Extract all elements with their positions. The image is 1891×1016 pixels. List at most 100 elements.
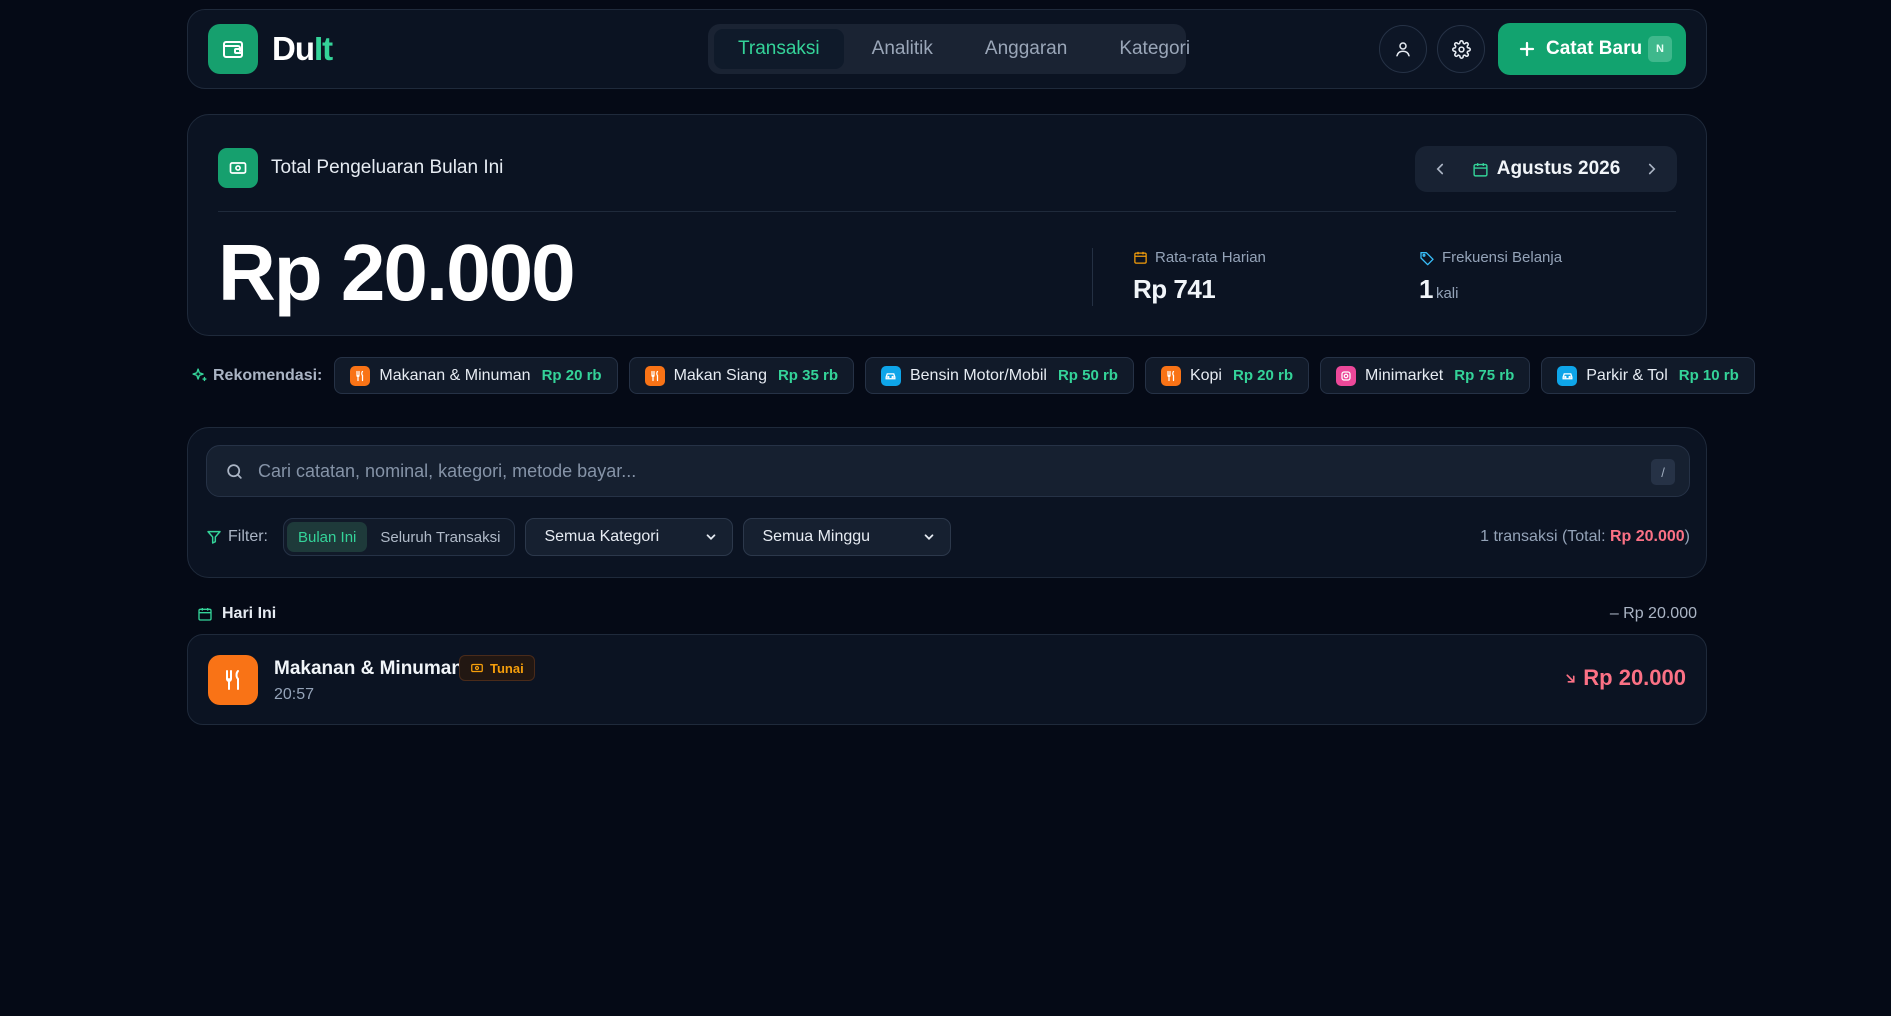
prev-month-button[interactable] (1431, 160, 1449, 178)
transaction-row[interactable]: Makanan & Minuman Tunai 20:57 Rp 20.000 (187, 634, 1707, 725)
summary-title: Total Pengeluaran Bulan Ini (271, 157, 504, 178)
period-all[interactable]: Seluruh Transaksi (369, 522, 511, 552)
plus-icon (1519, 41, 1535, 57)
month-selector: Agustus 2026 (1415, 146, 1677, 192)
tab-transaksi[interactable]: Transaksi (714, 29, 844, 69)
tab-anggaran[interactable]: Anggaran (961, 29, 1091, 69)
user-icon (1396, 42, 1410, 57)
day-group-header: Hari Ini – Rp 20.000 (197, 602, 1697, 626)
new-transaction-button[interactable]: Catat Baru N (1498, 23, 1686, 75)
search-shortcut-badge: / (1651, 459, 1675, 485)
chip-price: Rp 20 rb (1232, 367, 1293, 384)
category-select-value: Semua Kategori (544, 528, 660, 545)
recommendations-row: Rekomendasi: Makanan & Minuman Rp 20 rb … (191, 357, 1755, 394)
day-total: – Rp 20.000 (1609, 605, 1697, 622)
month-display[interactable]: Agustus 2026 (1472, 158, 1620, 180)
day-label: Hari Ini (222, 605, 277, 622)
chevron-down-icon (707, 534, 716, 540)
payment-method-badge: Tunai (459, 655, 535, 681)
search-box: / (206, 445, 1690, 497)
filter-label-group: Filter: (206, 528, 268, 546)
next-month-button[interactable] (1643, 160, 1661, 178)
recommendation-chip[interactable]: Kopi Rp 20 rb (1144, 357, 1309, 394)
payment-method-label: Tunai (490, 660, 524, 676)
main-nav: Transaksi Analitik Anggaran Kategori (708, 24, 1190, 74)
chip-price: Rp 10 rb (1678, 367, 1739, 384)
recommendations-label-group: Rekomendasi: (191, 367, 322, 385)
chip-name: Parkir & Tol (1586, 366, 1668, 384)
cash-icon (471, 663, 483, 673)
summary-divider (218, 211, 1676, 212)
filter-label: Filter: (228, 528, 268, 545)
filter-row: Filter: Bulan Ini Seluruh Transaksi Semu… (206, 518, 1690, 556)
app-logo-text: DuIt (272, 30, 333, 68)
chip-price: Rp 75 rb (1454, 367, 1515, 384)
tab-analitik[interactable]: Analitik (848, 29, 957, 69)
utensils-icon (208, 655, 258, 705)
transaction-title: Makanan & Minuman (274, 658, 463, 679)
week-select-value: Semua Minggu (762, 528, 871, 545)
search-input[interactable] (258, 460, 1558, 482)
total-expense-amount: Rp 20.000 (218, 228, 576, 317)
wallet-logo-icon (208, 24, 258, 74)
car-icon (880, 365, 901, 386)
utensils-icon (644, 365, 665, 386)
transaction-count: 1 transaksi (Total: Rp 20.000) (1480, 528, 1690, 546)
logo-accent: It (314, 30, 333, 67)
count-suffix: ) (1684, 528, 1690, 545)
frequency-unit: kali (1435, 285, 1459, 302)
period-this-month[interactable]: Bulan Ini (287, 522, 368, 552)
chevron-down-icon (925, 534, 934, 540)
calendar-icon (1473, 162, 1488, 177)
recommendation-chip[interactable]: Makan Siang Rp 35 rb (628, 357, 854, 394)
settings-button[interactable] (1437, 25, 1485, 73)
count-prefix: 1 transaksi (Total: (1480, 528, 1610, 545)
chip-name: Makanan & Minuman (379, 366, 531, 384)
daily-average-label: Rata-rata Harian (1155, 249, 1266, 266)
gear-icon (1451, 39, 1471, 59)
monthly-summary-card: Total Pengeluaran Bulan Ini Agustus 2026… (187, 114, 1707, 336)
chevron-left-icon (1436, 163, 1444, 175)
category-select[interactable]: Semua Kategori (525, 518, 734, 556)
count-total: Rp 20.000 (1609, 528, 1685, 545)
calendar-icon (1134, 251, 1147, 264)
chip-name: Minimarket (1365, 366, 1444, 384)
chip-price: Rp 20 rb (541, 367, 602, 384)
search-icon (227, 463, 242, 479)
frequency-value-row: 1 kali (1419, 274, 1562, 305)
money-icon (218, 148, 258, 188)
shopping-icon (1336, 365, 1356, 386)
utensils-icon (350, 365, 371, 386)
recommendation-chip[interactable]: Makanan & Minuman Rp 20 rb (334, 357, 618, 394)
recommendation-chip[interactable]: Bensin Motor/Mobil Rp 50 rb (864, 357, 1134, 394)
calendar-icon (198, 608, 212, 621)
transaction-time: 20:57 (274, 686, 315, 703)
frequency-label: Frekuensi Belanja (1442, 249, 1563, 266)
transaction-amount: Rp 20.000 (1583, 665, 1686, 690)
daily-average-value: Rp 741 (1133, 274, 1216, 304)
recommendation-chip[interactable]: Minimarket Rp 75 rb (1320, 357, 1531, 394)
recommendations-label: Rekomendasi: (213, 366, 323, 384)
car-icon (1557, 365, 1578, 386)
shortcut-badge: N (1648, 36, 1672, 62)
period-toggle: Bulan Ini Seluruh Transaksi (283, 518, 516, 556)
chip-name: Bensin Motor/Mobil (909, 366, 1047, 384)
chip-price: Rp 35 rb (777, 367, 838, 384)
filter-icon (207, 530, 221, 544)
transaction-amount-group: Rp 20.000 (1564, 665, 1686, 691)
search-filter-card: / Filter: Bulan Ini Seluruh Transaksi Se… (187, 427, 1707, 578)
stats-divider (1092, 248, 1093, 306)
week-select[interactable]: Semua Minggu (743, 518, 952, 556)
top-header: DuIt Transaksi Analitik Anggaran Kategor… (187, 9, 1707, 89)
recommendation-chip[interactable]: Parkir & Tol Rp 10 rb (1541, 357, 1755, 394)
new-button-label: Catat Baru (1546, 38, 1643, 59)
chip-price: Rp 50 rb (1057, 367, 1118, 384)
tag-icon (1420, 251, 1434, 265)
chevron-right-icon (1648, 163, 1656, 175)
utensils-icon (1160, 365, 1181, 386)
daily-average-stat: Rata-rata Harian Rp 741 (1133, 249, 1266, 305)
frequency-stat: Frekuensi Belanja 1 kali (1419, 249, 1562, 305)
tab-kategori[interactable]: Kategori (1095, 29, 1214, 69)
profile-button[interactable] (1379, 25, 1427, 73)
arrow-down-right-icon (1566, 673, 1575, 683)
